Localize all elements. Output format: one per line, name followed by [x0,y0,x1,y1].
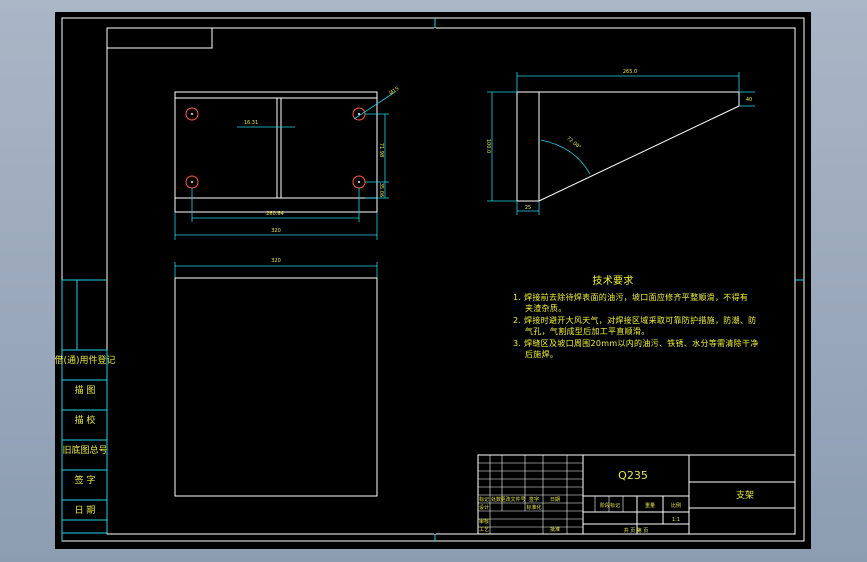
tb-label: 比例 [671,502,681,509]
dim-front-width: 320 [271,258,281,264]
notes-line: 夹渣杂质。 [525,304,567,313]
top-view: 320 260.64 16.31 71.98 35.06 Ø15 [174,85,400,240]
tb-label: 审核 [479,518,489,525]
technical-requirements: 技术要求 1. 焊接前去除待焊表面的油污，坡口面应修齐平整顺滑，不得有 夹渣杂质… [513,276,759,361]
dim-side-length: 265.0 [623,69,637,75]
material: Q235 [618,469,648,482]
left-panel [61,280,108,534]
dim-side-angle: 72.00° [565,136,582,152]
dim-edge: 35.06 [378,183,384,197]
tb-label: 批准 [550,526,560,533]
top-left-tag-box [107,28,213,49]
tb-label: 重量 [645,502,655,509]
left-panel-label: 日 期 [75,505,96,516]
dim-gap: 16.31 [244,120,258,126]
dim-side-height: 100.0 [485,139,491,153]
dim-side-tip: 40 [746,97,752,103]
left-panel-label: 签 字 [75,474,96,486]
dim-side-base: 25 [525,205,531,211]
left-panel-label: 描 图 [75,384,96,396]
tb-label: 日期 [550,497,560,503]
tb-label: 标记 [479,496,489,503]
dim-hole-diameter: Ø15 [388,85,400,97]
drawing-sheet: 借(通)用件登记 描 图 描 校 旧底图总号 签 字 日 期 320 260.6… [55,12,811,549]
tb-label: 阶段标记 [600,502,620,509]
notes-line: 后施焊。 [525,350,559,359]
notes-line: 1. 焊接前去除待焊表面的油污，坡口面应修齐平整顺滑，不得有 [513,292,749,302]
left-panel-label: 旧底图总号 [62,444,107,456]
tb-sheet-info: 共 页 第 页 [624,527,649,534]
dim-width: 320 [271,228,281,234]
side-view: 265.0 100.0 25 40 72.00° [485,69,755,215]
tb-label: 标准化 [526,504,541,511]
notes-line: 气孔，气割成型后加工平直顺滑。 [525,327,650,336]
tb-scale: 1:1 [672,517,680,523]
dim-hole-spacing: 260.64 [266,211,284,217]
tb-label: 签字 [529,496,539,503]
front-view: 320 [174,258,378,497]
dim-vertical: 71.98 [378,143,384,157]
title-block: 标记 处数 更改文件号 签字 日期 设计 标准化 审核 工艺 批准 阶段标记 重… [477,454,796,535]
left-panel-label: 描 校 [75,414,96,426]
notes-line: 3. 焊缝区及坡口周围20mm以内的油污、铁锈、水分等需清除干净 [513,338,759,348]
part-name: 支架 [736,489,754,501]
left-panel-label: 借(通)用件登记 [55,354,116,366]
tb-label: 工艺 [479,527,489,533]
tb-label: 更改文件号 [500,496,525,503]
tb-label: 设计 [479,504,489,511]
notes-line: 2. 焊接时避开大风天气，对焊接区域采取可靠防护措施，防潮、防 [513,315,757,325]
notes-title: 技术要求 [592,276,634,287]
